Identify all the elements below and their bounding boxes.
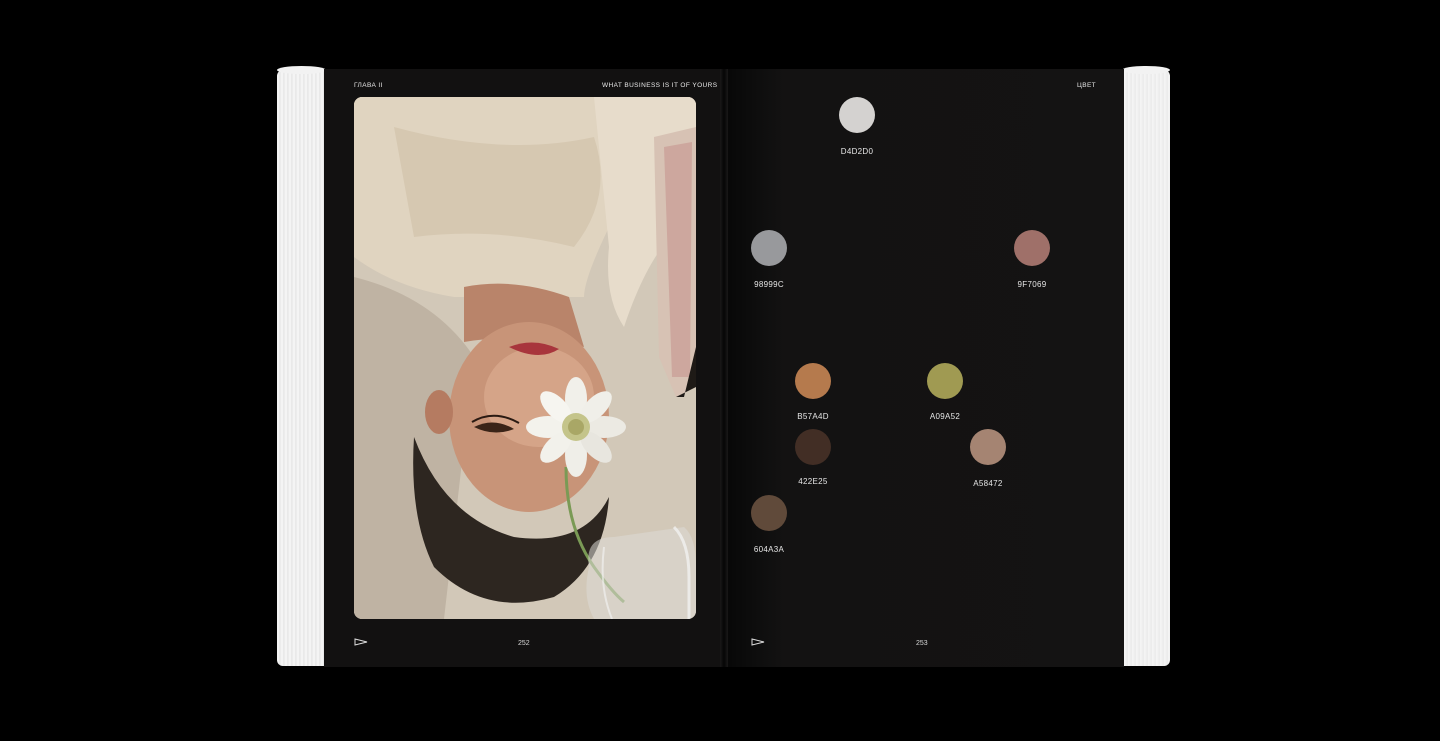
right-page — [724, 69, 1124, 667]
swatch-circle — [1014, 230, 1050, 266]
swatch-circle — [927, 363, 963, 399]
portrait-photo — [354, 97, 696, 619]
swatch-code: 9F7069 — [1017, 280, 1047, 289]
swatch-circle — [751, 230, 787, 266]
swatch-code: 422E25 — [798, 477, 828, 486]
swatch-code: B57A4D — [797, 412, 829, 421]
running-head-chapter: ГЛАВА II — [354, 82, 383, 89]
page-number-left: 252 — [518, 640, 530, 647]
photo-illustration — [354, 97, 696, 619]
swatch-circle — [839, 97, 875, 133]
swatch-code: 604A3A — [753, 545, 785, 554]
right-page-edges — [1122, 66, 1170, 666]
swatch-code: D4D2D0 — [840, 147, 874, 156]
triangle-arrow-icon — [751, 638, 765, 646]
swatch-code: A09A52 — [929, 412, 961, 421]
book-spread: ГЛАВА II WHAT BUSINESS IS IT OF YOURS 25… — [0, 0, 1440, 741]
left-page-edges — [277, 66, 326, 666]
swatch-circle — [795, 363, 831, 399]
triangle-arrow-icon — [354, 638, 368, 646]
book-gutter — [720, 69, 728, 667]
running-head-color: ЦВЕТ — [1077, 82, 1097, 89]
running-head-title: WHAT BUSINESS IS IT OF YOURS — [602, 82, 718, 89]
swatch-circle — [751, 495, 787, 531]
swatch-circle — [795, 429, 831, 465]
swatch-code: A58472 — [973, 479, 1003, 488]
swatch-code: 98999C — [754, 280, 784, 289]
page-number-right: 253 — [916, 640, 928, 647]
swatch-circle — [970, 429, 1006, 465]
